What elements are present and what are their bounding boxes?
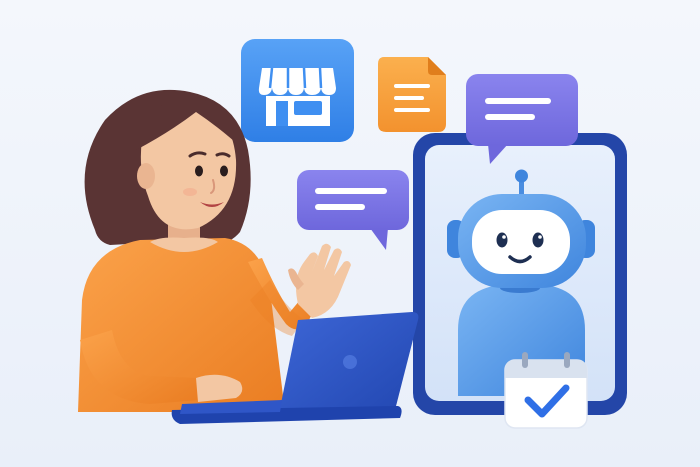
illustration-scene bbox=[0, 0, 700, 467]
calendar-check-icon bbox=[504, 352, 588, 429]
store-icon bbox=[241, 39, 354, 142]
robot-eye bbox=[532, 232, 544, 248]
robot-face bbox=[472, 210, 570, 274]
robot-eye bbox=[496, 232, 508, 248]
illustration-canvas bbox=[0, 0, 700, 467]
document-icon bbox=[378, 57, 446, 132]
